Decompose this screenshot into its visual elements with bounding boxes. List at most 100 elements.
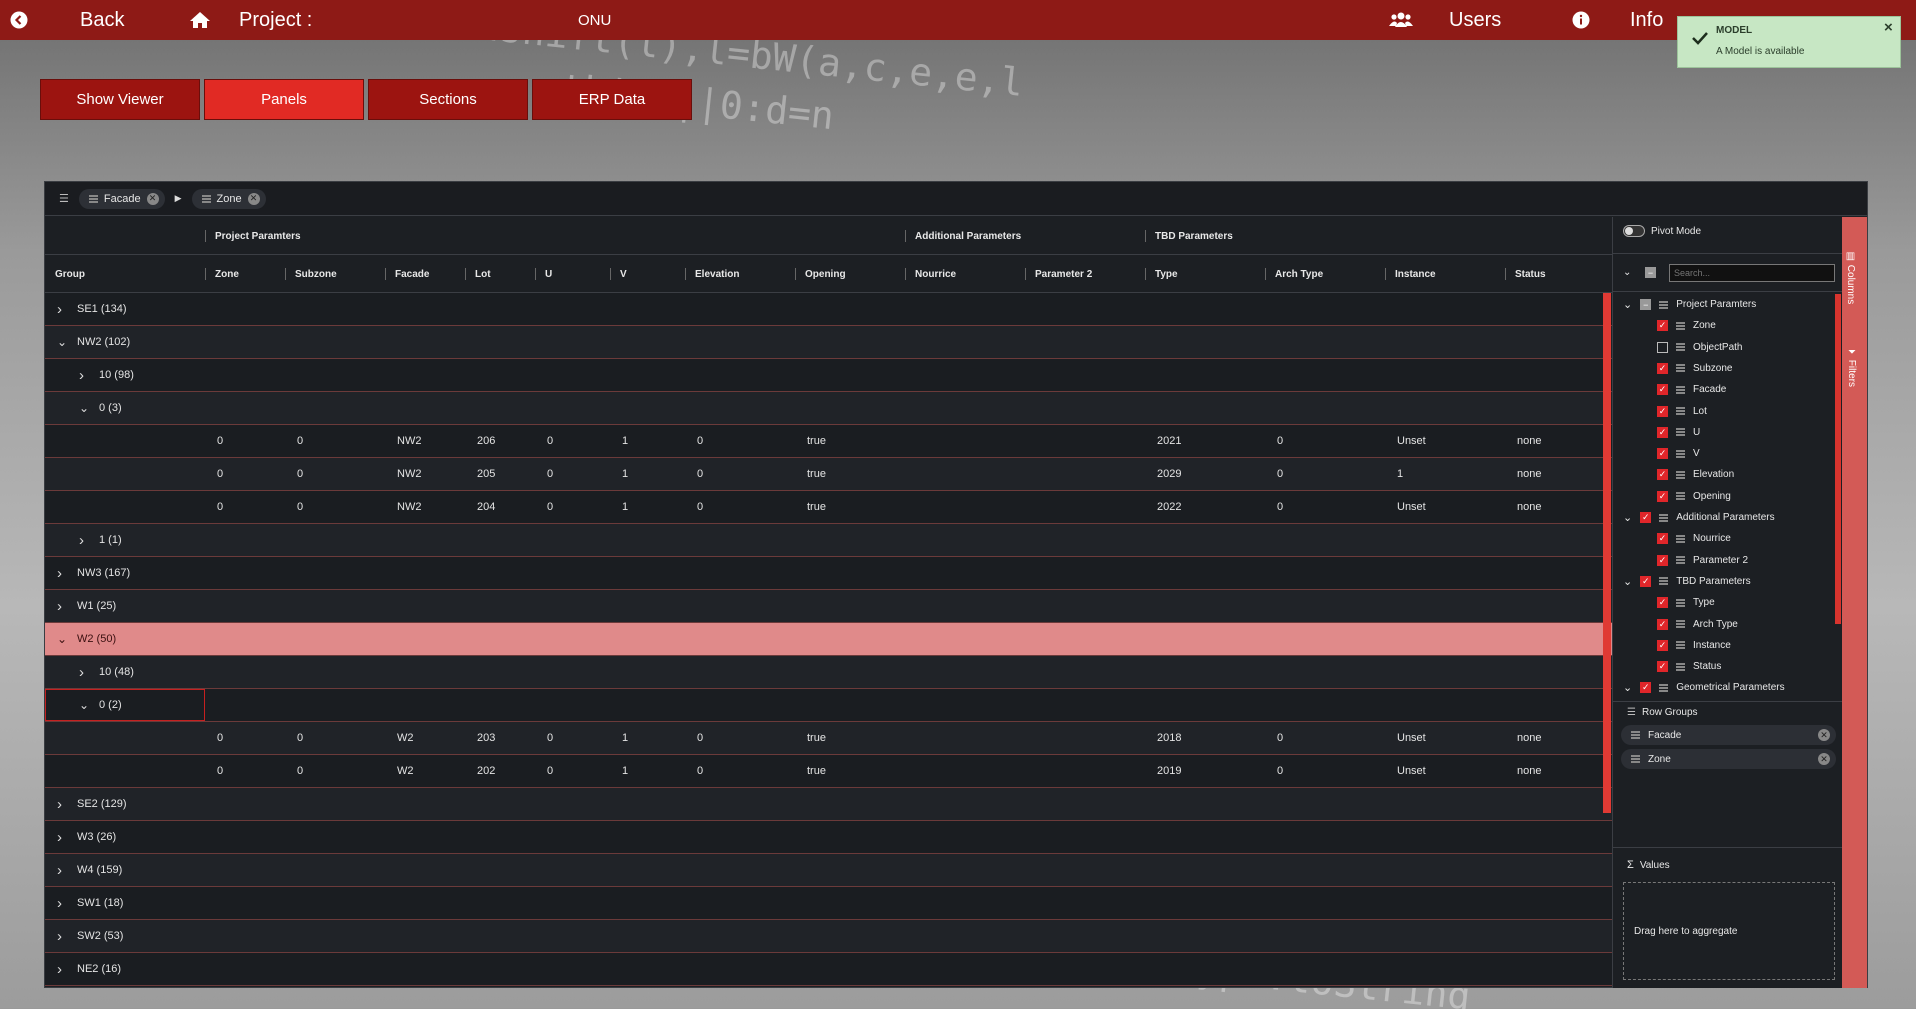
back-button[interactable]: Back xyxy=(10,0,124,40)
table-cell[interactable]: Unset xyxy=(1397,425,1426,457)
table-cell[interactable]: NW2 xyxy=(397,491,421,523)
column-header[interactable]: Type xyxy=(1145,255,1178,293)
chevron-down-icon[interactable]: ⌄ xyxy=(1623,511,1632,524)
toggle-switch[interactable] xyxy=(1623,225,1645,237)
group-row[interactable]: › W1 (25) xyxy=(45,590,1612,623)
show-viewer-button[interactable]: Show Viewer xyxy=(40,79,200,120)
table-cell[interactable]: 0 xyxy=(697,722,703,754)
group-row[interactable]: › 10 (98) xyxy=(45,359,1612,392)
table-cell[interactable]: 0 xyxy=(697,458,703,490)
chevron-right-icon[interactable]: › xyxy=(57,961,71,978)
table-cell[interactable]: 0 xyxy=(297,425,303,457)
chevron-right-icon[interactable]: › xyxy=(57,565,71,582)
column-item[interactable]: ✓ Subzone xyxy=(1657,358,1732,379)
column-checkbox[interactable]: ✓ xyxy=(1657,405,1668,417)
column-item[interactable]: ✓ Facade xyxy=(1657,379,1726,400)
table-cell[interactable]: 0 xyxy=(547,458,553,490)
column-header[interactable]: Group xyxy=(45,255,85,293)
group-row[interactable]: › SE1 (134) xyxy=(45,293,1612,326)
group-cell[interactable]: › 10 (48) xyxy=(79,656,134,688)
table-cell[interactable]: true xyxy=(807,458,826,490)
table-cell[interactable]: 0 xyxy=(217,755,223,787)
group-cell[interactable]: › 10 (98) xyxy=(79,359,134,391)
chevron-right-icon[interactable]: › xyxy=(57,301,71,318)
table-row[interactable]: 0 0 NW2 205 0 1 0 true 2029 0 1 none xyxy=(45,458,1612,491)
table-cell[interactable]: W2 xyxy=(397,755,414,787)
row-group-chip-facade[interactable]: Facade ✕ xyxy=(1621,725,1836,745)
table-cell[interactable]: 2018 xyxy=(1157,722,1181,754)
chevron-right-icon[interactable]: › xyxy=(57,895,71,912)
chevron-down-icon[interactable]: ⌄ xyxy=(57,335,71,349)
table-cell[interactable]: 203 xyxy=(477,722,495,754)
chevron-right-icon[interactable]: › xyxy=(57,862,71,879)
group-row[interactable]: › 10 (48) xyxy=(45,656,1612,689)
tab-columns[interactable]: ▥ Columns xyxy=(1845,251,1856,304)
column-header[interactable]: Nourrice xyxy=(905,255,956,293)
remove-icon[interactable]: ✕ xyxy=(1818,753,1830,765)
group-cell[interactable]: › W4 (159) xyxy=(57,854,122,886)
column-header[interactable]: Instance xyxy=(1385,255,1436,293)
chevron-down-icon[interactable]: ⌄ xyxy=(79,401,93,415)
chevron-right-icon[interactable]: › xyxy=(57,928,71,945)
chevron-right-icon[interactable]: › xyxy=(57,796,71,813)
chevron-right-icon[interactable]: › xyxy=(79,532,93,549)
remove-icon[interactable]: ✕ xyxy=(146,192,159,205)
table-cell[interactable]: NW2 xyxy=(397,458,421,490)
table-cell[interactable]: 2022 xyxy=(1157,491,1181,523)
column-search-input[interactable] xyxy=(1669,264,1835,282)
table-cell[interactable]: W2 xyxy=(397,722,414,754)
group-cell[interactable]: › SW1 (18) xyxy=(57,887,123,919)
table-cell[interactable]: 0 xyxy=(217,722,223,754)
table-cell[interactable]: 0 xyxy=(217,425,223,457)
table-row[interactable]: 0 0 NW2 204 0 1 0 true 2022 0 Unset none xyxy=(45,491,1612,524)
select-all-checkbox[interactable]: − xyxy=(1645,267,1656,278)
table-cell[interactable]: 0 xyxy=(297,458,303,490)
table-cell[interactable]: 204 xyxy=(477,491,495,523)
column-checkbox[interactable]: ✓ xyxy=(1657,384,1668,396)
column-item[interactable]: ✓ U xyxy=(1657,422,1700,443)
table-cell[interactable]: 1 xyxy=(622,755,628,787)
toast-close-icon[interactable]: × xyxy=(1884,19,1893,36)
column-checkbox[interactable]: ✓ xyxy=(1657,490,1668,502)
table-cell[interactable]: none xyxy=(1517,722,1541,754)
column-item[interactable]: ✓ Zone xyxy=(1657,315,1716,336)
table-cell[interactable]: 2029 xyxy=(1157,458,1181,490)
table-cell[interactable]: 1 xyxy=(622,491,628,523)
table-cell[interactable]: 0 xyxy=(1277,722,1283,754)
table-row[interactable]: 0 0 W2 203 0 1 0 true 2018 0 Unset none xyxy=(45,722,1612,755)
column-item[interactable]: ✓ V xyxy=(1657,443,1700,464)
column-header[interactable]: U xyxy=(535,255,552,293)
table-cell[interactable]: 202 xyxy=(477,755,495,787)
group-cell[interactable]: ⌄ NW2 (102) xyxy=(57,326,130,358)
group-row[interactable]: › SW2 (53) xyxy=(45,920,1612,953)
table-cell[interactable]: Unset xyxy=(1397,722,1426,754)
column-item[interactable]: ✓ Instance xyxy=(1657,635,1731,656)
users-button[interactable]: Users xyxy=(1389,0,1501,40)
group-cell[interactable]: › SW2 (53) xyxy=(57,920,123,952)
chevron-down-icon[interactable]: ⌄ xyxy=(1623,681,1632,694)
column-item[interactable]: ✓ Opening xyxy=(1657,486,1731,507)
group-cell[interactable]: › SE2 (129) xyxy=(57,788,127,820)
column-item[interactable]: ✓ Elevation xyxy=(1657,464,1734,485)
column-group-item[interactable]: ⌄ ✓ Additional Parameters xyxy=(1623,507,1775,528)
table-cell[interactable]: 1 xyxy=(622,458,628,490)
table-cell[interactable]: 0 xyxy=(1277,458,1283,490)
table-cell[interactable]: 0 xyxy=(297,722,303,754)
column-checkbox[interactable]: ✓ xyxy=(1657,554,1668,566)
group-cell[interactable]: ⌄ W2 (50) xyxy=(57,623,116,655)
panels-button[interactable]: Panels xyxy=(204,79,364,120)
info-button[interactable]: Info xyxy=(1572,0,1663,40)
column-checkbox[interactable]: ✓ xyxy=(1657,426,1668,438)
column-item[interactable]: ✓ Status xyxy=(1657,656,1721,677)
group-cell[interactable]: › NW3 (167) xyxy=(57,557,130,589)
table-cell[interactable]: 2019 xyxy=(1157,755,1181,787)
group-row[interactable]: ⌄ 0 (3) xyxy=(45,392,1612,425)
table-cell[interactable]: 0 xyxy=(1277,755,1283,787)
table-row[interactable]: 0 0 NW2 206 0 1 0 true 2021 0 Unset none xyxy=(45,425,1612,458)
group-cell[interactable]: › SE1 (134) xyxy=(57,293,127,325)
pivot-mode-toggle[interactable]: Pivot Mode xyxy=(1623,225,1701,237)
column-item[interactable]: ObjectPath xyxy=(1657,337,1742,358)
table-cell[interactable]: 2021 xyxy=(1157,425,1181,457)
column-checkbox[interactable]: ✓ xyxy=(1657,533,1668,545)
values-drop-zone[interactable]: Drag here to aggregate xyxy=(1623,882,1835,980)
